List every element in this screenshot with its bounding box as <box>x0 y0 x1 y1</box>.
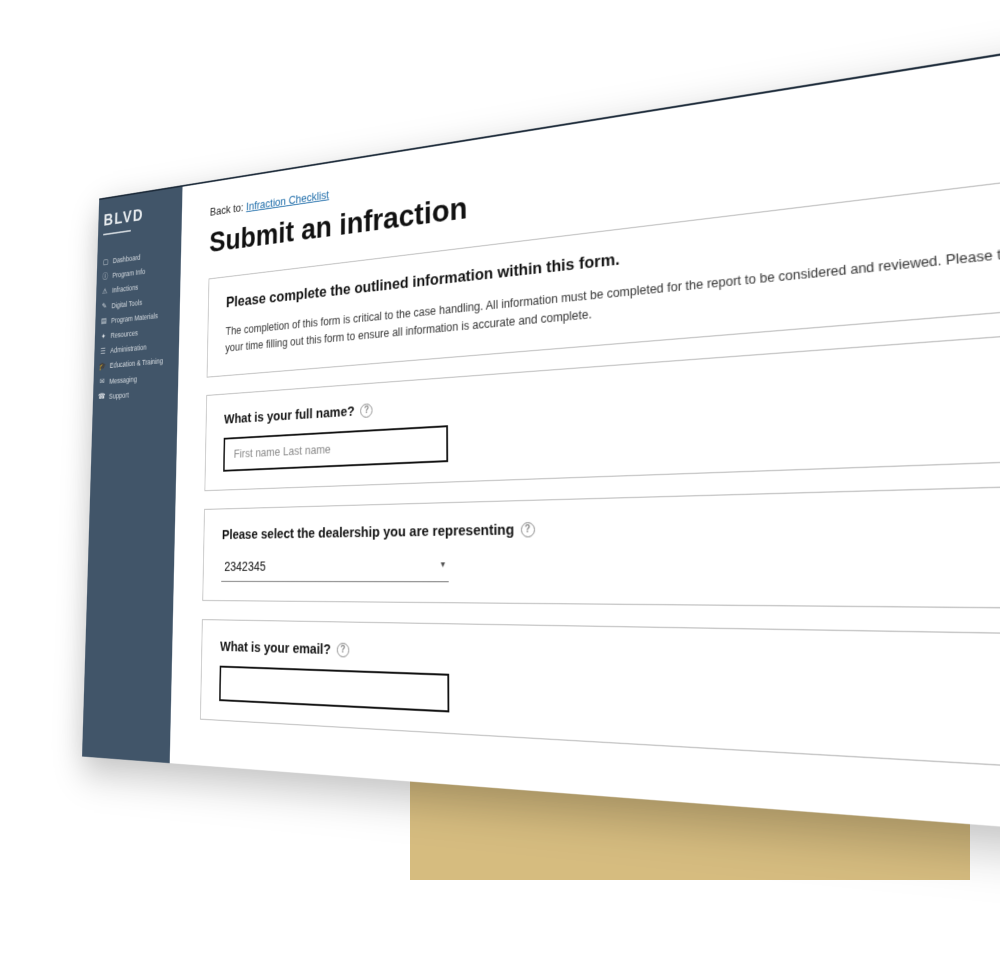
sidebar-item-label: Messaging <box>109 374 137 385</box>
sidebar-item-label: Digital Tools <box>111 298 142 310</box>
sidebar-item-label: Dashboard <box>113 253 141 265</box>
email-label-text: What is your email? <box>220 639 331 658</box>
sidebar-item-label: Support <box>109 390 129 400</box>
support-icon: ☎ <box>98 392 105 401</box>
tools-icon: ✎ <box>101 302 108 311</box>
sidebar-item-label: Resources <box>111 329 138 340</box>
admin-icon: ☰ <box>100 347 107 356</box>
brand-underline <box>103 230 131 236</box>
app-window: BLVD ▢ Dashboard ⓘ Program Info ⚠ Infrac… <box>82 35 1000 839</box>
messaging-icon: ✉ <box>99 377 106 386</box>
field-section-dealership: Please select the dealership you are rep… <box>202 484 1000 609</box>
help-icon[interactable]: ? <box>337 642 349 657</box>
dealership-label-text: Please select the dealership you are rep… <box>222 521 514 542</box>
materials-icon: ▤ <box>100 317 107 326</box>
full-name-label: What is your full name? ? <box>224 357 1000 427</box>
sidebar-item-label: Infractions <box>112 283 138 295</box>
sidebar-item-label: Program Materials <box>111 311 158 325</box>
education-icon: 🎓 <box>99 362 106 371</box>
dealership-selected-value: 2342345 <box>224 559 266 574</box>
sidebar-item-label: Administration <box>110 343 146 355</box>
chevron-down-icon: ▾ <box>441 560 445 571</box>
email-input[interactable] <box>219 665 449 712</box>
info-icon: ⓘ <box>102 272 109 281</box>
dealership-select[interactable]: 2342345 ▾ <box>221 551 449 582</box>
sidebar-item-label: Education & Training <box>110 357 163 370</box>
sidebar-item-label: Program Info <box>112 267 145 280</box>
back-link[interactable]: Infraction Checklist <box>246 188 329 213</box>
field-section-email: What is your email? ? <box>200 619 1000 772</box>
full-name-placeholder: First name Last name <box>234 442 331 460</box>
dealership-label: Please select the dealership you are rep… <box>222 510 1000 543</box>
back-prefix: Back to: <box>210 200 247 218</box>
full-name-label-text: What is your full name? <box>224 403 355 427</box>
alert-icon: ⚠ <box>101 287 108 296</box>
help-icon[interactable]: ? <box>360 403 372 418</box>
main-content: Back to: Infraction Checklist Submit an … <box>170 38 1000 840</box>
full-name-input[interactable]: First name Last name <box>223 425 448 472</box>
dashboard-icon: ▢ <box>102 257 109 266</box>
resources-icon: ✦ <box>100 332 107 341</box>
sidebar: BLVD ▢ Dashboard ⓘ Program Info ⚠ Infrac… <box>82 187 183 763</box>
help-icon[interactable]: ? <box>521 522 535 537</box>
brand-logo: BLVD <box>103 201 176 231</box>
